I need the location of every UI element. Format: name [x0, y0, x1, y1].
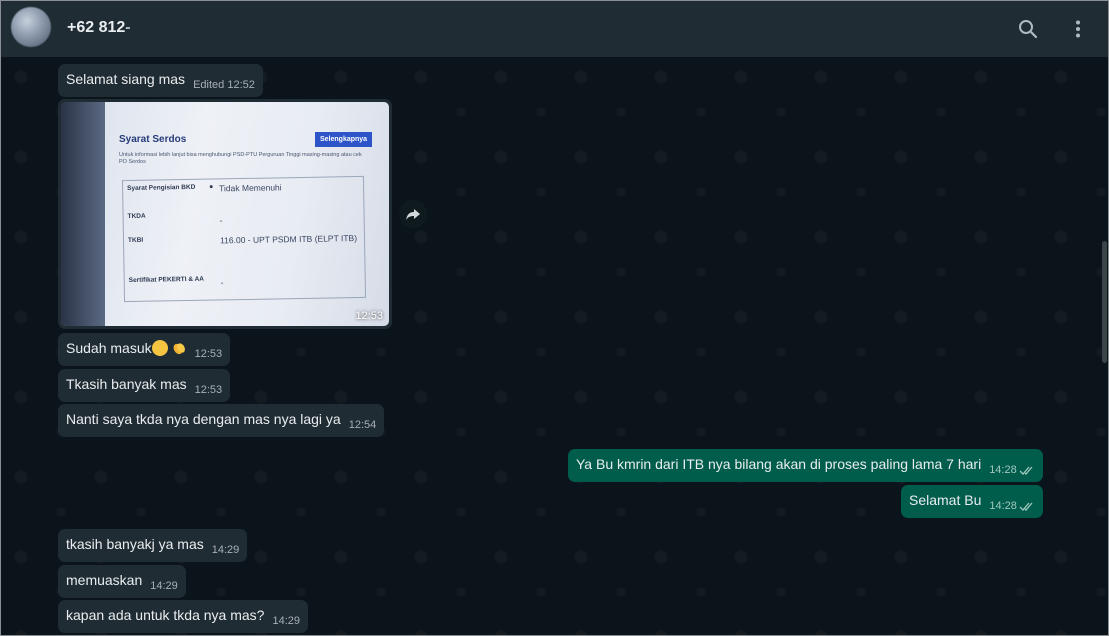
incoming-message[interactable]: Tkasih banyak mas 12:53	[58, 369, 231, 402]
message-meta: 14:28	[989, 500, 1035, 512]
grinning-face-icon	[151, 340, 168, 356]
outgoing-message[interactable]: Ya Bu kmrin dari ITB nya bilang akan di …	[568, 449, 1043, 482]
message-time: 14:29	[211, 544, 240, 556]
incoming-message[interactable]: Nanti saya tkda nya dengan mas nya lagi …	[58, 404, 385, 437]
screenshot-image[interactable]: Syarat Serdos Selengkapnya Untuk informa…	[61, 102, 389, 326]
message-time: 12:53	[355, 310, 383, 322]
message-meta: Edited 12:52	[193, 79, 255, 91]
search-icon[interactable]	[1016, 17, 1040, 41]
doc-row-label: TKBI	[127, 236, 144, 245]
message-time: 14:28	[989, 464, 1017, 476]
scrollbar-thumb[interactable]	[1102, 241, 1107, 363]
incoming-message[interactable]: kapan ada untuk tkda nya mas? 14:29	[58, 600, 308, 633]
double-check-icon	[1019, 502, 1033, 511]
message-time: 14:29	[272, 615, 300, 627]
message-meta: 14:28	[989, 464, 1035, 476]
message-text: memuaskan	[66, 572, 143, 588]
info-icon: ●	[209, 183, 214, 191]
doc-subtitle: Untuk informasi lebih lanjut bisa menghu…	[119, 152, 362, 165]
kebab-menu-icon[interactable]	[1066, 17, 1090, 41]
doc-row: TKBI 116.00 - UPT PSDM ITB (ELPT ITB)	[124, 233, 364, 267]
incoming-message[interactable]: memuaskan 14:29	[58, 565, 186, 598]
forward-icon	[406, 209, 420, 220]
image-shadow	[61, 102, 105, 326]
forward-button[interactable]	[399, 200, 427, 228]
message-text: Sudah masuk	[66, 340, 152, 356]
message-text: tkasih banyakj ya mas	[66, 536, 204, 552]
incoming-message[interactable]: Selamat siang mas Edited 12:52	[58, 64, 263, 97]
avatar[interactable]	[11, 7, 51, 47]
doc-row-value: -	[220, 277, 224, 288]
doc-row-label: TKDA	[127, 212, 146, 221]
image-message[interactable]: Syarat Serdos Selengkapnya Untuk informa…	[58, 99, 392, 329]
doc-table: Syarat Pengisian BKD ● Tidak Memenuhi TK…	[121, 175, 367, 303]
message-text: kapan ada untuk tkda nya mas?	[66, 607, 265, 623]
chat-header[interactable]: +62 812-	[1, 1, 1108, 57]
message-text: Ya Bu kmrin dari ITB nya bilang akan di …	[576, 456, 982, 472]
clapping-hands-icon	[171, 340, 187, 356]
doc-row-label: Sertifikat PEKERTI & AA	[128, 275, 205, 285]
message-text: Tkasih banyak mas	[66, 376, 187, 392]
double-check-icon	[1019, 466, 1033, 475]
whatsapp-window: +62 812- Selamat siang mas Edited 12:52 S…	[0, 0, 1109, 636]
doc-button: Selengkapnya	[315, 132, 373, 147]
doc-title: Syarat Serdos	[119, 134, 187, 145]
incoming-message[interactable]: tkasih banyakj ya mas 14:29	[58, 529, 248, 562]
message-text: Selamat Bu	[909, 492, 982, 508]
message-time: 12:52	[227, 79, 255, 91]
message-time: 12:53	[194, 348, 223, 360]
incoming-message[interactable]: Sudah masuk 12:53	[58, 333, 231, 366]
message-text: Selamat siang mas	[66, 71, 186, 87]
doc-row-value: -	[219, 215, 223, 226]
message-time: 12:54	[348, 419, 377, 431]
doc-row-value: 116.00 - UPT PSDM ITB (ELPT ITB)	[219, 233, 358, 246]
redaction-blur	[125, 19, 161, 37]
contact-name[interactable]: +62 812-	[67, 19, 131, 37]
message-time: 14:28	[989, 500, 1017, 512]
outgoing-message[interactable]: Selamat Bu 14:28	[901, 485, 1043, 518]
message-time: 14:29	[150, 580, 178, 592]
edited-label: Edited	[193, 79, 225, 91]
message-time: 12:53	[194, 384, 223, 396]
doc-row-label: Syarat Pengisian BKD	[127, 183, 196, 193]
doc-row-value: Tidak Memenuhi	[219, 182, 282, 194]
message-text: Nanti saya tkda nya dengan mas nya lagi …	[66, 411, 341, 427]
doc-row: Sertifikat PEKERTI & AA -	[125, 273, 365, 307]
